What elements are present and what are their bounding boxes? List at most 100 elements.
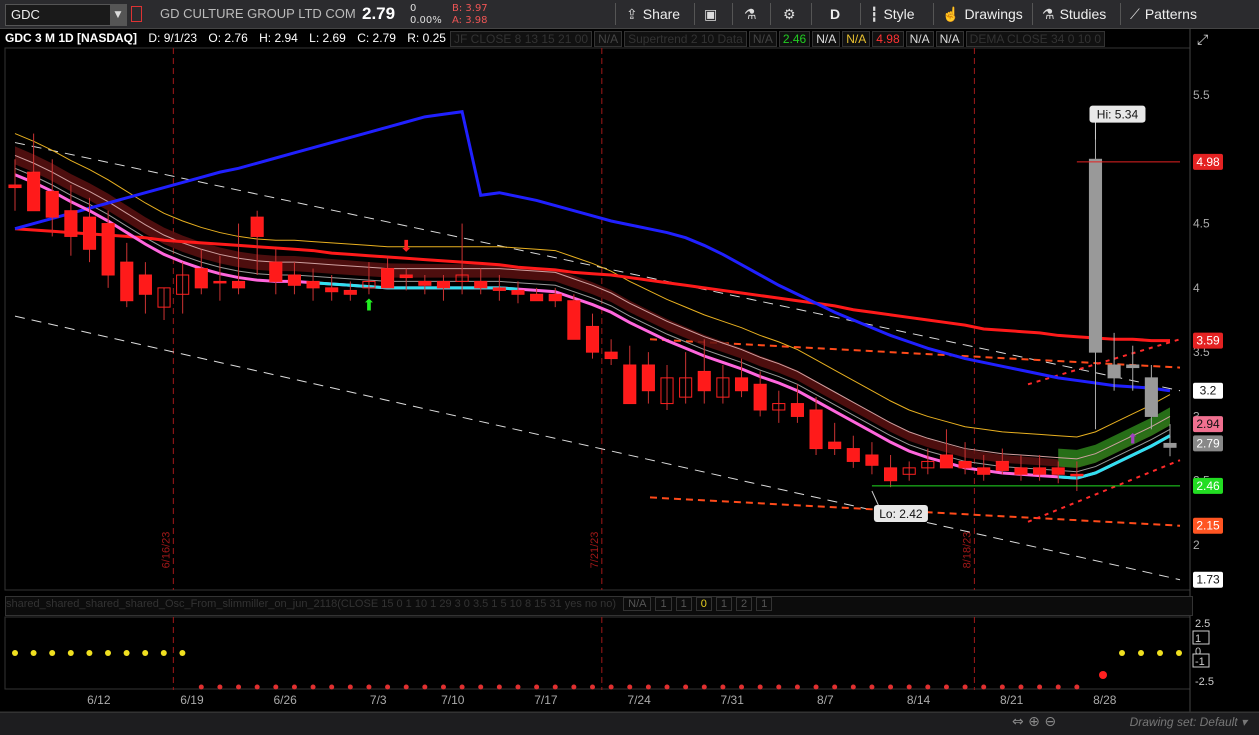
osc-dot-red — [291, 684, 297, 690]
period-marker-label: 6/16/23 — [160, 532, 172, 569]
price-badge-text: 2.94 — [1196, 417, 1220, 431]
status-bar: ⇔ ⊕ ⊖ Drawing set: Default ▾ — [0, 712, 1259, 735]
price-pane-frame — [4, 47, 1191, 591]
osc-dot-red — [869, 684, 875, 690]
osc-dot-yellow — [67, 650, 74, 656]
osc-dot-red — [403, 684, 409, 690]
candle-body — [213, 280, 227, 284]
osc-dot-red — [776, 684, 782, 690]
osc-dot-red — [739, 684, 745, 690]
osc-dot-red — [329, 684, 335, 690]
candle-body — [958, 460, 972, 469]
osc-dot-red — [366, 684, 372, 690]
period-marker-label: 7/21/23 — [589, 532, 601, 569]
osc-dot-red — [198, 684, 204, 690]
candle-body — [45, 190, 59, 218]
candle-body — [120, 261, 134, 302]
osc-dot-red — [347, 684, 353, 690]
candle-body — [995, 460, 1009, 471]
zoom-controls[interactable]: ⇔ ⊕ ⊖ — [1012, 714, 1056, 730]
candle-body — [548, 293, 562, 302]
candle-body — [1070, 473, 1084, 477]
time-axis-tick: 6/12 — [87, 693, 111, 707]
osc-dot-red — [645, 684, 651, 690]
osc-dot-red — [683, 684, 689, 690]
osc-dot-yellow — [160, 650, 167, 656]
candle-body — [977, 467, 991, 475]
time-axis-tick: 8/21 — [1000, 693, 1024, 707]
candle-body — [1126, 364, 1140, 369]
osc-dot-red — [981, 684, 987, 690]
candle-body — [82, 216, 97, 250]
time-axis-tick: 7/17 — [534, 693, 558, 707]
lower-axis-tick: -2.5 — [1195, 676, 1214, 688]
lower-axis-tick: 2.5 — [1195, 618, 1210, 630]
osc-dot-red — [552, 684, 558, 690]
osc-dot-red — [962, 684, 968, 690]
price-badge-text: 3.2 — [1200, 384, 1217, 398]
time-axis-tick: 8/14 — [907, 693, 931, 707]
candle-body — [418, 280, 432, 286]
candle-body — [939, 454, 954, 469]
osc-dot-red — [850, 684, 856, 690]
osc-dot-red — [496, 684, 502, 690]
osc-dot-red — [440, 684, 446, 690]
candle-body — [231, 280, 246, 289]
price-badge-text: 2.46 — [1196, 479, 1220, 493]
candle-body — [511, 289, 525, 295]
osc-dot-yellow — [49, 650, 56, 656]
candle-body — [194, 268, 208, 289]
osc-dot-red — [236, 684, 242, 690]
candle-body — [287, 274, 301, 286]
lo-label: Lo: 2.42 — [879, 507, 923, 521]
osc-dot-red — [590, 684, 595, 690]
candle-body — [269, 261, 283, 282]
candle-body — [492, 287, 506, 291]
candle-body — [753, 383, 767, 411]
candle-body — [8, 184, 22, 189]
osc-dot-red — [273, 684, 279, 690]
osc-dot-red — [1099, 671, 1107, 679]
price-axis-tick: 4.5 — [1193, 217, 1210, 231]
osc-dot-red — [571, 684, 577, 690]
time-axis-tick: 6/19 — [180, 693, 204, 707]
osc-dot-yellow — [105, 650, 111, 656]
osc-dot-red — [310, 684, 316, 690]
candle-body — [1144, 377, 1158, 417]
time-axis-tick: 7/3 — [370, 693, 387, 707]
candle-body — [697, 370, 711, 392]
osc-dot-yellow — [12, 650, 18, 656]
drawing-set[interactable]: Drawing set: Default ▾ — [1130, 715, 1247, 729]
osc-dot-red — [1018, 684, 1024, 690]
osc-dot-red — [720, 684, 726, 690]
price-axis-tick: 5.5 — [1193, 88, 1210, 102]
candle-body — [846, 448, 860, 462]
price-badge-text: 3.59 — [1196, 334, 1220, 348]
candle-body — [734, 377, 749, 392]
osc-dot-red — [925, 684, 931, 690]
lower-axis-tick: -1 — [1195, 656, 1205, 668]
osc-dot-yellow — [1176, 650, 1182, 656]
period-marker-label: 8/18/23 — [961, 532, 973, 569]
candle-body — [1051, 467, 1065, 475]
osc-dot-red — [757, 684, 763, 690]
lower-study-header: shared_shared_shared_shared_Osc_From_sli… — [5, 596, 1193, 616]
price-badge-text: 2.79 — [1196, 436, 1220, 450]
candle-body — [530, 293, 544, 302]
candle-body — [436, 280, 451, 289]
candle-body — [641, 364, 655, 392]
time-axis-tick: 7/10 — [441, 693, 465, 707]
osc-dot-yellow — [1119, 650, 1125, 656]
time-axis-tick: 7/24 — [627, 693, 651, 707]
candle-body — [64, 210, 78, 237]
lower-study-value: 1 — [715, 597, 732, 611]
ma-ribbon-band — [15, 146, 1170, 468]
candle-body — [865, 454, 879, 466]
candle-body — [1033, 467, 1047, 475]
price-badge-text: 1.73 — [1196, 573, 1220, 587]
candle-body — [399, 274, 413, 279]
candle-body — [325, 287, 339, 293]
osc-dot-red — [385, 684, 391, 690]
osc-dot-yellow — [30, 650, 37, 656]
osc-dot-red — [906, 684, 912, 690]
